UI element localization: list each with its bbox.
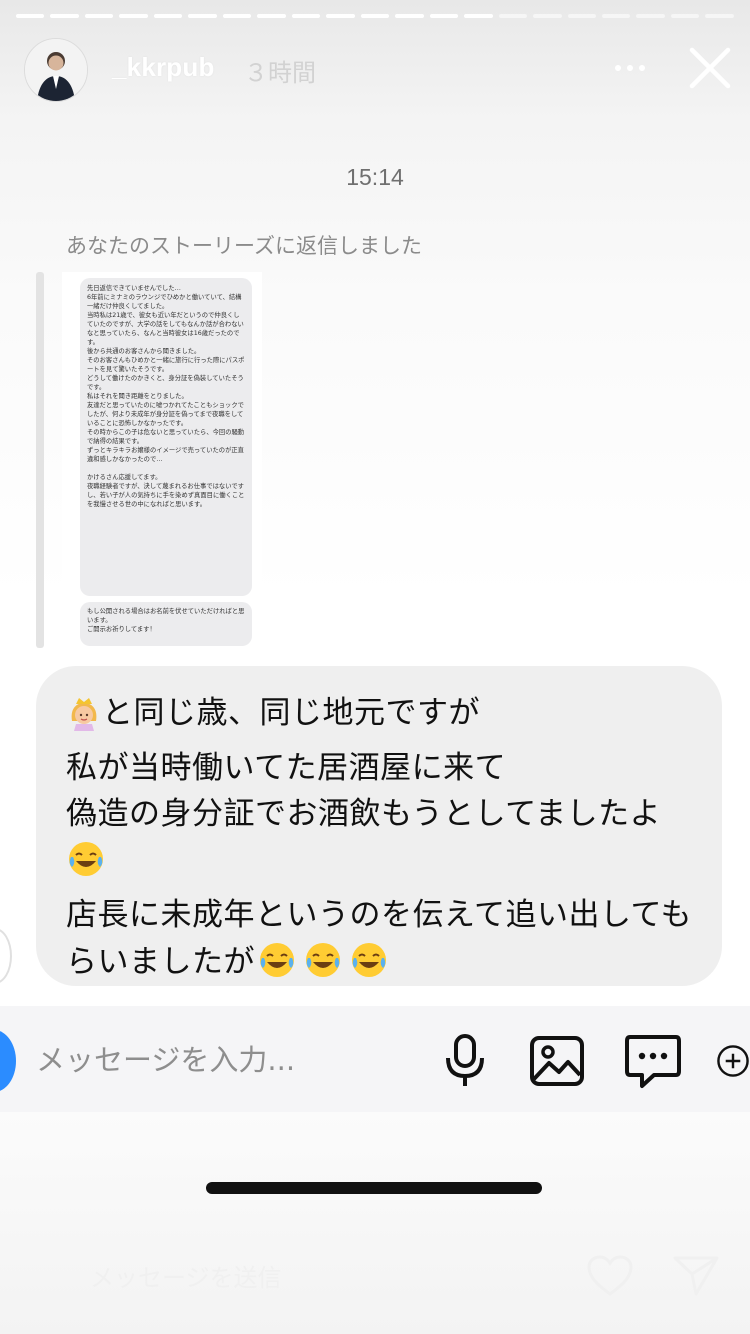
- progress-segment: [464, 14, 493, 18]
- laughing-emoji-icon: [349, 940, 389, 994]
- microphone-icon: [446, 1034, 484, 1086]
- chat-timestamp: 15:14: [346, 164, 404, 190]
- heart-icon: [587, 1255, 633, 1296]
- story-reply-input[interactable]: メッセージを送信: [90, 1258, 282, 1293]
- progress-segment: [222, 14, 252, 18]
- send-icon: [673, 1256, 719, 1296]
- laughing-emoji-icon: [66, 839, 106, 893]
- chat-bubble-icon: [625, 1035, 681, 1088]
- progress-segment: [257, 14, 286, 18]
- progress-segment: [291, 14, 321, 18]
- sticker-button[interactable]: [624, 1032, 682, 1090]
- progress-segment: [395, 14, 424, 18]
- progress-segment: [670, 14, 700, 18]
- gallery-button[interactable]: [528, 1032, 586, 1090]
- add-button[interactable]: [716, 1032, 750, 1090]
- progress-segment: [119, 14, 148, 18]
- progress-segment: [153, 14, 183, 18]
- progress-segment: [533, 14, 562, 18]
- story-username[interactable]: _kkrpub: [112, 52, 215, 83]
- more-dots-icon: [615, 65, 621, 71]
- message-line-3: 偽造の身分証でお酒飲もうとしてましたよ: [66, 796, 662, 832]
- progress-segment: [705, 14, 734, 18]
- progress-segment: [601, 14, 631, 18]
- quote-bar: [36, 272, 44, 648]
- home-indicator: [206, 1182, 542, 1194]
- progress-segment: [498, 14, 528, 18]
- story-progress: [16, 14, 734, 18]
- microphone-button[interactable]: [436, 1032, 494, 1090]
- progress-segment: [429, 14, 459, 18]
- laughing-emoji-icon: [257, 940, 297, 994]
- quoted-screenshot[interactable]: 先日返信できていませんでした… 6年前にミナミのラウンジでひめかと働いていて、結…: [62, 272, 262, 648]
- progress-segment: [16, 14, 45, 18]
- message-input[interactable]: [36, 1040, 416, 1080]
- quoted-bubble-2: もし公開される場合はお名前を伏せていただければと思います。 ご開示お祈りしてます…: [80, 602, 252, 646]
- quoted-text-2: もし公開される場合はお名前を伏せていただければと思います。 ご開示お祈りしてます…: [87, 608, 245, 633]
- close-icon: [689, 47, 731, 89]
- progress-segment: [326, 14, 355, 18]
- close-button[interactable]: [686, 44, 734, 92]
- progress-segment: [188, 14, 217, 18]
- princess-emoji-icon: [66, 695, 102, 745]
- progress-segment: [84, 14, 114, 18]
- story-time: ３時間: [244, 59, 316, 87]
- message-line-4: 店長に未成年というのを伝えて追い出してもらいましたが: [66, 892, 696, 993]
- progress-segment: [567, 14, 596, 18]
- message-bubble[interactable]: と同じ歳、同じ地元ですが 私が当時働いてた居酒屋に来て 偽造の身分証でお酒飲もう…: [36, 666, 722, 986]
- progress-segment: [50, 14, 79, 18]
- quoted-text-1: 先日返信できていませんでした… 6年前にミナミのラウンジでひめかと働いていて、結…: [87, 285, 245, 508]
- message-line-1: と同じ歳、同じ地元ですが: [102, 695, 480, 731]
- quoted-bubble-1: 先日返信できていませんでした… 6年前にミナミのラウンジでひめかと働いていて、結…: [80, 278, 252, 596]
- message-line-2: 私が当時働いてた居酒屋に来て: [66, 749, 507, 786]
- share-button[interactable]: [672, 1254, 720, 1302]
- plus-circle-icon: [717, 1045, 749, 1077]
- heart-button[interactable]: [586, 1254, 634, 1302]
- more-options-button[interactable]: [608, 50, 652, 86]
- message-line: と同じ歳、同じ地元ですが: [66, 690, 696, 745]
- message-line-emoji: [66, 838, 696, 893]
- image-icon: [530, 1036, 584, 1086]
- progress-segment: [360, 14, 390, 18]
- laughing-emoji-icon: [303, 940, 343, 994]
- story-reply-note: あなたのストーリーズに返信しました: [66, 234, 422, 258]
- avatar[interactable]: [24, 38, 88, 102]
- progress-segment: [636, 14, 665, 18]
